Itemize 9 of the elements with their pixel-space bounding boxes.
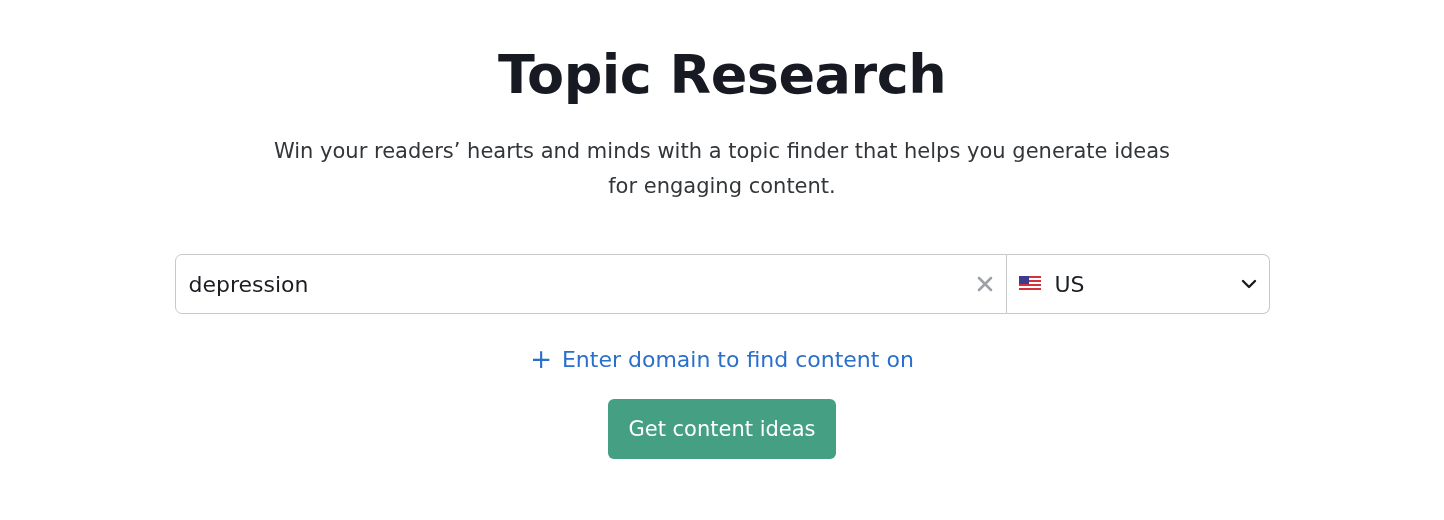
country-dropdown[interactable]: US: [1006, 254, 1270, 314]
close-icon[interactable]: [975, 275, 994, 293]
flag-icon: [1018, 276, 1041, 292]
chevron-down-icon: [1240, 279, 1257, 289]
search-field[interactable]: depression: [174, 254, 1007, 314]
page-description: Win your readers’ hearts and minds with a topic finder that helps you generate ideas for engaging content.: [272, 138, 1172, 200]
page-title: Topic Research: [497, 42, 947, 108]
add-domain-link[interactable]: + Enter domain to find content on: [530, 344, 914, 374]
search-input[interactable]: depression: [188, 271, 976, 297]
